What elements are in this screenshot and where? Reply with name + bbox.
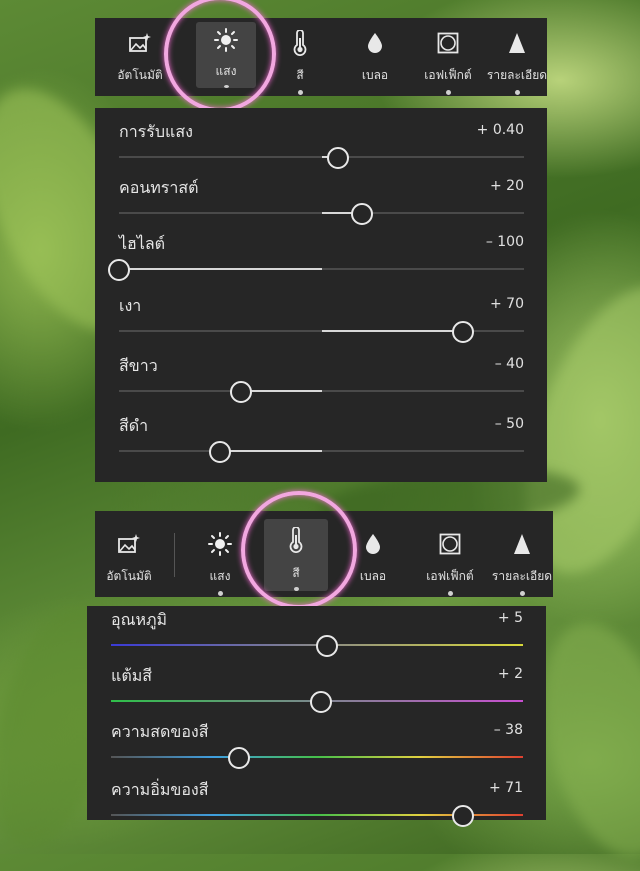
slider-row: คอนทราสต์ + 20: [95, 176, 547, 225]
tool-auto[interactable]: อัตโนมัติ: [95, 529, 163, 586]
auto-image-icon: [128, 28, 152, 58]
slider-value: – 50: [494, 416, 524, 432]
slider-knob[interactable]: [209, 441, 232, 463]
tool-color-label: สี: [296, 68, 304, 82]
vignette-icon: [439, 529, 461, 559]
highlight-circle: [241, 491, 357, 609]
slider-label: เงา: [119, 296, 142, 315]
slider-row: อุณหภูมิ + 5: [87, 608, 546, 657]
slider-value: – 38: [493, 722, 523, 738]
slider-row: การรับแสง + 0.40: [95, 120, 547, 169]
slider-knob[interactable]: [452, 805, 475, 827]
slider-track[interactable]: [119, 450, 524, 452]
tool-effects-label: เอฟเฟ็กต์: [426, 569, 474, 583]
slider-value: + 20: [490, 178, 524, 194]
tool-detail-indicator: [519, 591, 525, 596]
tool-effects[interactable]: เอฟเฟ็กต์: [417, 529, 483, 596]
slider-value: – 100: [485, 234, 524, 250]
slider-value: + 70: [490, 296, 524, 312]
slider-row: สีดำ – 50: [95, 414, 547, 463]
tool-color-indicator: [297, 90, 303, 95]
slider-value: + 71: [489, 780, 523, 796]
slider-row: สีขาว – 40: [95, 354, 547, 403]
auto-image-icon: [117, 529, 141, 559]
slider-row: เงา + 70: [95, 294, 547, 343]
tool-auto-label: อัตโนมัติ: [117, 68, 163, 82]
slider-knob[interactable]: [310, 691, 333, 713]
edit-toolbar-top: อัตโนมัติ แสง สี เบลอ เอฟเฟ็กต์ รายละเอี…: [95, 18, 547, 96]
color-adjust-panel: อุณหภูมิ + 5 แต้มสี + 2 ความสดของสี – 38 ความอ…: [87, 606, 546, 827]
tool-effects-label: เอฟเฟ็กต์: [424, 68, 472, 82]
slider-value: + 0.40: [476, 122, 524, 138]
slider-label: แต้มสี: [111, 666, 153, 685]
tool-detail[interactable]: รายละเอียด: [487, 28, 547, 95]
slider-knob[interactable]: [326, 147, 349, 169]
droplet-icon: [367, 28, 383, 58]
slider-knob[interactable]: [452, 321, 475, 343]
sun-icon: [208, 529, 232, 559]
slider-fill: [321, 330, 464, 332]
triangle-icon: [508, 28, 526, 58]
triangle-icon: [513, 529, 531, 559]
slider-value: – 40: [494, 356, 524, 372]
slider-knob[interactable]: [316, 635, 339, 657]
slider-label: สีขาว: [119, 356, 158, 375]
highlight-circle: [164, 0, 276, 112]
tool-light-label: แสง: [209, 569, 231, 583]
tool-blur-label: เบลอ: [361, 68, 389, 82]
slider-value: + 2: [497, 666, 523, 682]
slider-fill: [240, 390, 322, 392]
slider-knob[interactable]: [229, 381, 252, 403]
slider-track[interactable]: [119, 390, 524, 392]
slider-row: แต้มสี + 2: [87, 664, 546, 713]
slider-label: สีดำ: [119, 416, 149, 435]
tool-blur[interactable]: เบลอ: [345, 28, 405, 85]
slider-label: อุณหภูมิ: [111, 610, 168, 629]
light-adjust-panel: การรับแสง + 0.40 คอนทราสต์ + 20 ไฮไลต์ – 100 เ…: [95, 108, 547, 482]
slider-track[interactable]: [111, 756, 523, 758]
tool-detail[interactable]: รายละเอียด: [491, 529, 553, 596]
tool-detail-label: รายละเอียด: [491, 569, 553, 583]
slider-knob[interactable]: [108, 259, 130, 281]
slider-label: การรับแสง: [119, 122, 193, 141]
slider-label: คอนทราสต์: [119, 178, 199, 197]
slider-row: ไฮไลต์ – 100: [95, 232, 547, 281]
thermometer-icon: [292, 28, 308, 58]
tool-color[interactable]: สี: [275, 28, 325, 95]
slider-knob[interactable]: [227, 747, 250, 769]
tool-effects[interactable]: เอฟเฟ็กต์: [415, 28, 481, 95]
slider-knob[interactable]: [351, 203, 373, 225]
tool-detail-indicator: [514, 90, 520, 95]
slider-label: ไฮไลต์: [119, 234, 166, 253]
slider-fill: [119, 268, 322, 270]
tool-effects-indicator: [447, 591, 453, 596]
slider-label: ความสดของสี: [111, 722, 209, 741]
slider-fill: [220, 450, 322, 452]
tool-auto-label: อัตโนมัติ: [106, 569, 152, 583]
tool-blur-label: เบลอ: [359, 569, 387, 583]
tool-detail-label: รายละเอียด: [487, 68, 547, 82]
slider-label: ความอิ่มของสี: [111, 780, 209, 799]
slider-row: ความสดของสี – 38: [87, 720, 546, 769]
slider-row: ความอิ่มของสี + 71: [87, 778, 546, 827]
tool-light[interactable]: แสง: [195, 529, 245, 596]
toolbar-divider: [174, 533, 175, 577]
tool-light-indicator: [217, 591, 223, 596]
vignette-icon: [437, 28, 459, 58]
slider-value: + 5: [497, 610, 523, 626]
droplet-icon: [365, 529, 381, 559]
tool-effects-indicator: [445, 90, 451, 95]
